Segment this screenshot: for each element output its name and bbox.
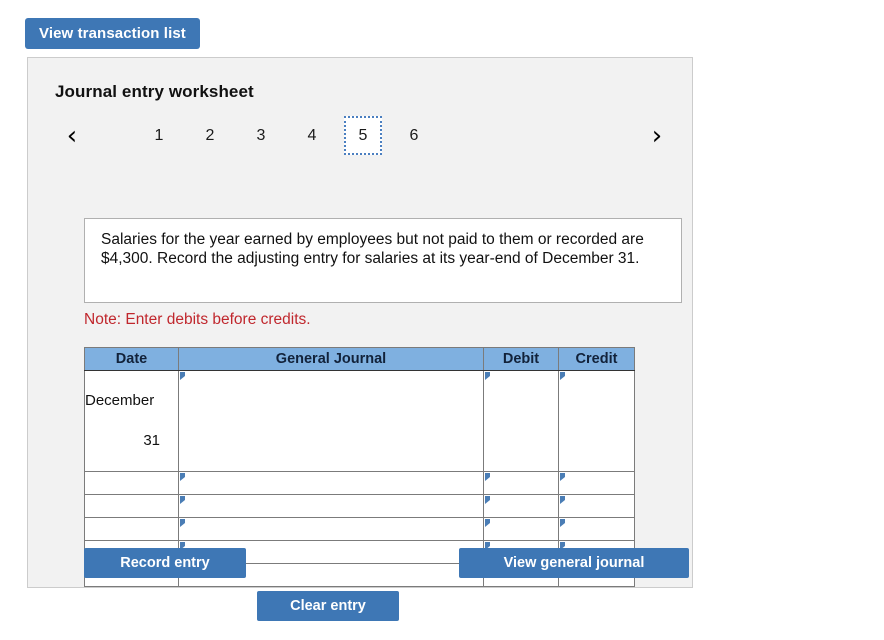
tab-4[interactable]: 4 bbox=[293, 116, 331, 155]
table-row bbox=[84, 494, 635, 518]
table-row bbox=[84, 517, 635, 541]
tab-2[interactable]: 2 bbox=[191, 116, 229, 155]
tab-6-label: 6 bbox=[409, 126, 419, 144]
cell-marker-icon bbox=[180, 496, 185, 504]
column-header-general-journal: General Journal bbox=[178, 347, 484, 371]
cell-marker-icon bbox=[560, 473, 565, 481]
date-cell[interactable]: December 31 bbox=[84, 370, 179, 472]
debit-cell[interactable] bbox=[483, 517, 559, 541]
general-journal-cell[interactable] bbox=[178, 370, 484, 472]
cell-marker-icon bbox=[180, 372, 185, 380]
general-journal-cell[interactable] bbox=[178, 494, 484, 518]
tab-5-label: 5 bbox=[358, 126, 368, 144]
cell-marker-icon bbox=[485, 496, 490, 504]
tab-4-label: 4 bbox=[307, 126, 317, 144]
transaction-description-box: Salaries for the year earned by employee… bbox=[84, 218, 682, 303]
clear-entry-button[interactable]: Clear entry bbox=[257, 591, 399, 621]
credit-cell[interactable] bbox=[558, 517, 635, 541]
page-title: Journal entry worksheet bbox=[55, 82, 254, 101]
date-line-2: 31 bbox=[143, 432, 160, 449]
date-cell[interactable] bbox=[84, 494, 179, 518]
view-transaction-list-button[interactable]: View transaction list bbox=[25, 18, 200, 49]
general-journal-cell[interactable] bbox=[178, 517, 484, 541]
date-cell[interactable] bbox=[84, 471, 179, 495]
debit-cell[interactable] bbox=[483, 370, 559, 472]
column-header-date: Date bbox=[84, 347, 179, 371]
debits-before-credits-note: Note: Enter debits before credits. bbox=[84, 311, 311, 328]
record-entry-button[interactable]: Record entry bbox=[84, 548, 246, 578]
date-cell[interactable] bbox=[84, 517, 179, 541]
transaction-description-text: Salaries for the year earned by employee… bbox=[101, 231, 644, 267]
tab-1[interactable]: 1 bbox=[140, 116, 178, 155]
credit-cell[interactable] bbox=[558, 471, 635, 495]
column-header-credit: Credit bbox=[558, 347, 635, 371]
cell-marker-icon bbox=[180, 519, 185, 527]
chevron-right-icon[interactable]: › bbox=[646, 116, 668, 155]
debit-cell[interactable] bbox=[483, 494, 559, 518]
cell-marker-icon bbox=[560, 519, 565, 527]
tab-6[interactable]: 6 bbox=[395, 116, 433, 155]
tab-1-label: 1 bbox=[154, 126, 164, 144]
debit-cell[interactable] bbox=[483, 471, 559, 495]
screen-root: View transaction list Journal entry work… bbox=[0, 0, 884, 640]
cell-marker-icon bbox=[560, 496, 565, 504]
cell-marker-icon bbox=[560, 372, 565, 380]
general-journal-cell[interactable] bbox=[178, 471, 484, 495]
date-line-1: December bbox=[85, 392, 155, 409]
tab-5[interactable]: 5 bbox=[344, 116, 382, 155]
journal-entry-worksheet-panel: Journal entry worksheet ‹ 1 2 3 4 5 6 › bbox=[27, 57, 693, 621]
cell-marker-icon bbox=[485, 519, 490, 527]
worksheet-tab-strip: ‹ 1 2 3 4 5 6 › bbox=[54, 116, 668, 155]
chevron-left-icon[interactable]: ‹ bbox=[61, 116, 83, 155]
column-header-debit: Debit bbox=[483, 347, 559, 371]
table-row bbox=[84, 471, 635, 495]
cell-marker-icon bbox=[180, 473, 185, 481]
tab-3-label: 3 bbox=[256, 126, 266, 144]
view-general-journal-button[interactable]: View general journal bbox=[459, 548, 689, 578]
cell-marker-icon bbox=[485, 473, 490, 481]
tab-3[interactable]: 3 bbox=[242, 116, 280, 155]
tab-2-label: 2 bbox=[205, 126, 215, 144]
table-header-row: Date General Journal Debit Credit bbox=[84, 347, 635, 371]
credit-cell[interactable] bbox=[558, 370, 635, 472]
cell-marker-icon bbox=[485, 372, 490, 380]
table-row: December 31 bbox=[84, 370, 635, 472]
credit-cell[interactable] bbox=[558, 494, 635, 518]
